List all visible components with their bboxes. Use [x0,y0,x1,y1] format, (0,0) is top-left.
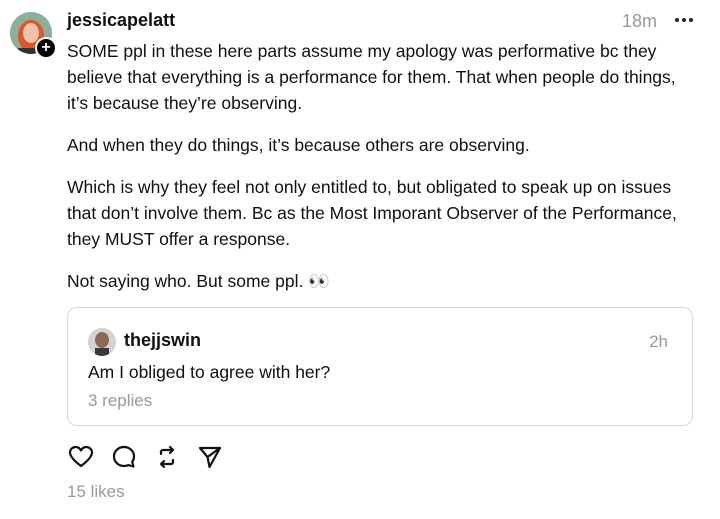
post-timestamp: 18m [622,11,658,31]
comment-icon[interactable] [111,444,137,470]
quoted-user-avatar[interactable] [88,328,116,356]
post-paragraph: And when they do things, it’s because ot… [67,135,530,155]
quoted-username[interactable]: thejjswin [124,330,201,351]
post-actions [68,444,223,470]
quoted-post-card[interactable]: thejjswin 2h Am I obliged to agree with … [67,307,693,426]
post-paragraph: Not saying who. But some ppl. 👀 [67,271,331,291]
likes-count[interactable]: 15 likes [67,482,125,502]
repost-icon[interactable] [154,444,180,470]
quoted-avatar-image [88,328,116,356]
heart-icon[interactable] [68,444,94,470]
quoted-timestamp: 2h [649,332,668,351]
follow-plus-icon[interactable]: + [35,37,57,59]
more-horizontal-icon[interactable] [674,8,694,32]
quoted-text: Am I obliged to agree with her? [88,362,331,382]
quoted-replies-count[interactable]: 3 replies [88,391,152,411]
post-username[interactable]: jessicapelatt [67,10,175,31]
post-paragraph: Which is why they feel not only entitled… [67,177,677,249]
send-icon[interactable] [197,444,223,470]
post-body: SOME ppl in these here parts assume my a… [67,38,697,310]
post-paragraph: SOME ppl in these here parts assume my a… [67,41,676,113]
